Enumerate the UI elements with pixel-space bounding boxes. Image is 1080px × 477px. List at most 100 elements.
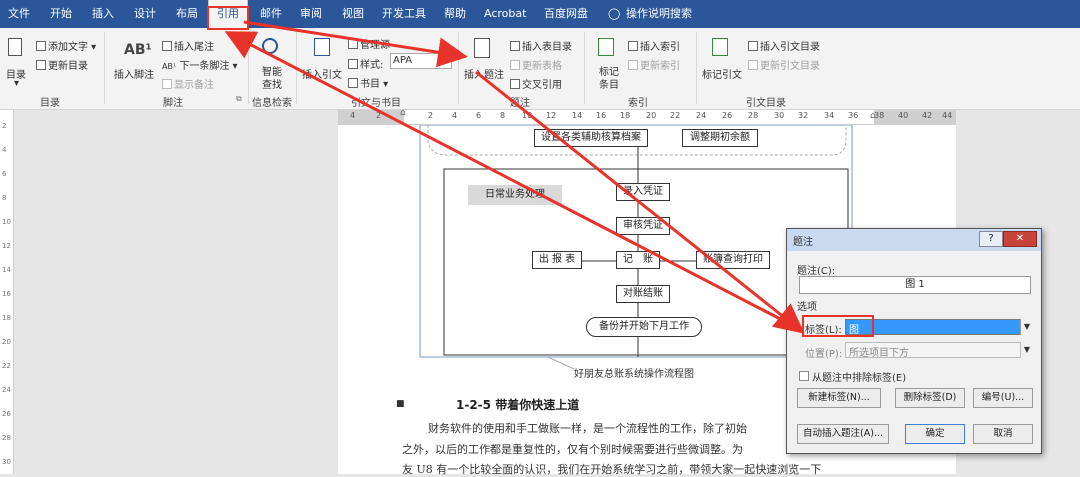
tab-layout[interactable]: 布局: [176, 0, 198, 28]
insert-index-button[interactable]: 插入索引: [628, 38, 680, 53]
bibliography-button[interactable]: 书目 ▾: [348, 75, 388, 90]
insert-caption-icon: [474, 38, 490, 58]
mark-entry-button[interactable]: 标记条目: [598, 66, 620, 92]
help-button[interactable]: ?: [979, 231, 1003, 247]
ruler-tick: 8: [2, 194, 7, 202]
group-label-citations: 引文与书目: [351, 98, 401, 109]
autocaption-button[interactable]: 自动插入题注(A)...: [797, 424, 889, 444]
position-select[interactable]: 所选项目下方 ▼: [845, 342, 1033, 359]
insert-footnote-button[interactable]: 插入脚注: [114, 66, 154, 81]
horizontal-ruler[interactable]: 4 2 2 4 6 8 10 12 14 16 18 20 22 24 26 2…: [338, 108, 956, 125]
update-index-button[interactable]: 更新索引: [628, 57, 680, 72]
vertical-ruler[interactable]: 2 4 6 8 10 12 14 16 18 20 22 24 26 28 30: [0, 110, 14, 474]
right-indent-marker-icon[interactable]: ⌂: [870, 111, 876, 121]
smart-lookup-button[interactable]: 智能查找: [261, 66, 283, 92]
group-label-research: 信息检索: [252, 98, 292, 109]
numbering-button[interactable]: 编号(U)...: [973, 388, 1033, 408]
ruler-tick: 22: [670, 111, 681, 120]
ruler-tick: 12: [546, 111, 557, 120]
group-label-toa: 引文目录: [746, 98, 786, 109]
ruler-tick: 30: [2, 458, 11, 466]
group-label-toc: 目录: [40, 98, 60, 109]
ruler-tick: 20: [646, 111, 657, 120]
tab-insert[interactable]: 插入: [92, 0, 114, 28]
insert-caption-button[interactable]: 插入题注: [464, 66, 504, 81]
update-icon: [628, 60, 638, 70]
caption-input[interactable]: 图 1: [799, 276, 1031, 294]
ruler-tick: 4: [452, 111, 458, 120]
ruler-tick: 10: [522, 111, 533, 120]
update-icon: [748, 60, 758, 70]
tab-baidu-netdisk[interactable]: 百度网盘: [544, 0, 588, 28]
update-table-button[interactable]: 更新表格: [510, 57, 562, 72]
ok-button[interactable]: 确定: [905, 424, 965, 444]
update-icon: [510, 60, 520, 70]
bibliography-icon: [348, 78, 358, 88]
group-divider: [248, 32, 249, 104]
tab-help[interactable]: 帮助: [444, 0, 466, 28]
flow-box-report: 出 报 表: [532, 251, 582, 269]
close-button[interactable]: ✕: [1003, 231, 1037, 247]
bullet-marker: ■: [396, 399, 405, 409]
style-label: 样式:: [348, 56, 383, 71]
citation-style-select[interactable]: APA ⌵: [390, 53, 452, 69]
tab-developer[interactable]: 开发工具: [382, 0, 426, 28]
new-label-button[interactable]: 新建标签(N)...: [797, 388, 881, 408]
ruler-tick: 26: [2, 410, 11, 418]
group-divider: [104, 32, 105, 104]
next-footnote-button[interactable]: AB¹ 下一条脚注 ▾: [162, 57, 238, 72]
chevron-down-icon[interactable]: ▼: [1020, 342, 1033, 358]
insert-endnote-button[interactable]: 插入尾注: [162, 38, 214, 53]
dialog-titlebar[interactable]: 题注 ? ✕: [787, 229, 1041, 251]
insert-tof-button[interactable]: 插入表目录: [510, 38, 572, 53]
indent-marker-icon[interactable]: ⌂: [400, 108, 406, 118]
delete-label-button[interactable]: 删除标签(D): [895, 388, 965, 408]
tab-view[interactable]: 视图: [342, 0, 364, 28]
show-notes-button[interactable]: 显示备注: [162, 76, 214, 91]
flow-box-reconcile: 对账结账: [616, 285, 670, 303]
caption-label: 题注(C):: [797, 266, 836, 277]
insert-citation-button[interactable]: 插入引文: [302, 66, 342, 81]
label-select[interactable]: 图 ▼: [845, 319, 1033, 336]
group-label-index: 索引: [628, 98, 648, 109]
ruler-tick: 14: [2, 266, 11, 274]
tab-home[interactable]: 开始: [50, 0, 72, 28]
flow-box-aux-accounting: 设置各类辅助核算档案: [534, 129, 648, 147]
citation-style-value: APA: [393, 55, 413, 66]
sources-icon: [348, 39, 358, 49]
tab-references[interactable]: 引用: [208, 0, 248, 28]
tab-acrobat[interactable]: Acrobat: [484, 0, 526, 28]
chevron-down-icon[interactable]: ▼: [1020, 319, 1033, 335]
tab-review[interactable]: 审阅: [300, 0, 322, 28]
mark-citation-button[interactable]: 标记引文: [702, 66, 742, 81]
ruler-tick: 18: [2, 314, 11, 322]
ruler-tick: 4: [2, 146, 7, 154]
cross-reference-button[interactable]: 交叉引用: [510, 76, 562, 91]
dialog-launcher-icon[interactable]: ⧉: [236, 94, 242, 104]
flow-box-ledger-query: 账簿查询打印: [696, 251, 770, 269]
manage-sources-button[interactable]: 管理源: [348, 36, 390, 51]
update-toa-button[interactable]: 更新引文目录: [748, 57, 820, 72]
group-label-footnotes: 脚注: [163, 98, 183, 109]
chevron-down-icon: ▾: [14, 78, 20, 89]
tell-me-search[interactable]: 操作说明搜索: [626, 0, 692, 28]
tab-file[interactable]: 文件: [8, 0, 30, 28]
exclude-label-checkbox[interactable]: [799, 371, 809, 381]
ruler-tick: 10: [2, 218, 11, 226]
notes-icon: [162, 79, 172, 89]
add-text-button[interactable]: 添加文字 ▾: [36, 38, 96, 53]
update-icon: [36, 60, 46, 70]
insert-toa-button[interactable]: 插入引文目录: [748, 38, 820, 53]
update-toc-button[interactable]: 更新目录: [36, 57, 88, 72]
menu-bar: 文件 开始 插入 设计 布局 引用 邮件 审阅 视图 开发工具 帮助 Acrob…: [0, 0, 1080, 28]
flow-box-post: 记 账: [616, 251, 660, 269]
tab-design[interactable]: 设计: [134, 0, 156, 28]
position-select-value: 所选项目下方: [849, 348, 909, 359]
ruler-tick: 28: [748, 111, 759, 120]
figure-caption: 好朋友总账系统操作流程图: [574, 369, 694, 380]
body-line-2: 之外，以后的工作都是重复性的，仅有个别时候需要进行些微调整。为: [402, 443, 743, 456]
cancel-button[interactable]: 取消: [973, 424, 1033, 444]
tab-mailings[interactable]: 邮件: [260, 0, 282, 28]
mark-citation-icon: [712, 38, 728, 56]
style-icon: [348, 59, 358, 69]
